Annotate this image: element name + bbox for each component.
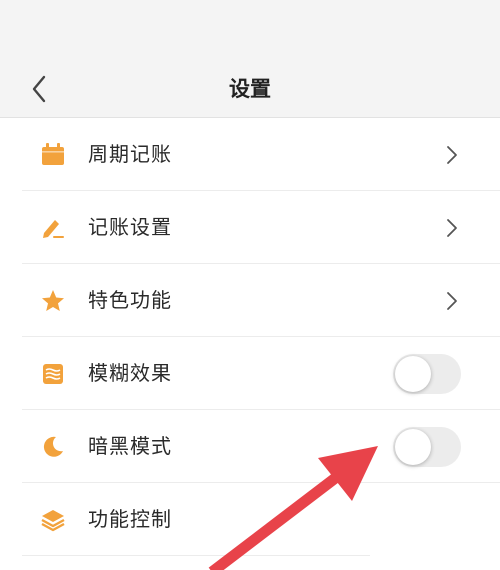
blur-effect-toggle[interactable] [393,354,461,394]
setting-label: 模糊效果 [88,361,172,385]
setting-row-special-features[interactable]: 特色功能 [0,264,500,337]
waves-icon [43,364,63,384]
pen-icon [43,220,64,238]
star-icon [42,290,64,311]
chevron-right-icon [447,292,457,310]
setting-row-blur-effect: 模糊效果 [0,337,500,410]
chevron-right-icon [447,146,457,164]
moon-icon [43,436,63,457]
setting-row-periodic-bookkeeping[interactable]: 周期记账 [0,118,500,191]
setting-row-bookkeeping-settings[interactable]: 记账设置 [0,191,500,264]
navigation-bar: 设置 [0,60,500,118]
toggle-knob [395,356,431,392]
settings-list: 周期记账 记账设置 特色功能 模糊效果 暗黑模式 功能控制 [0,118,500,556]
setting-row-dark-mode: 暗黑模式 [0,410,500,483]
row-divider [22,555,370,556]
setting-label: 功能控制 [88,507,172,531]
layers-icon [41,510,65,532]
status-bar-area [0,0,500,60]
chevron-right-icon [447,219,457,237]
page-title: 设置 [229,77,271,101]
setting-label: 特色功能 [88,288,172,312]
calendar-icon [42,143,64,165]
toggle-knob [395,429,431,465]
setting-label: 记账设置 [88,215,172,239]
setting-label: 暗黑模式 [88,434,172,458]
setting-label: 周期记账 [88,142,172,166]
dark-mode-toggle[interactable] [393,427,461,467]
setting-row-feature-control[interactable]: 功能控制 [0,483,500,556]
